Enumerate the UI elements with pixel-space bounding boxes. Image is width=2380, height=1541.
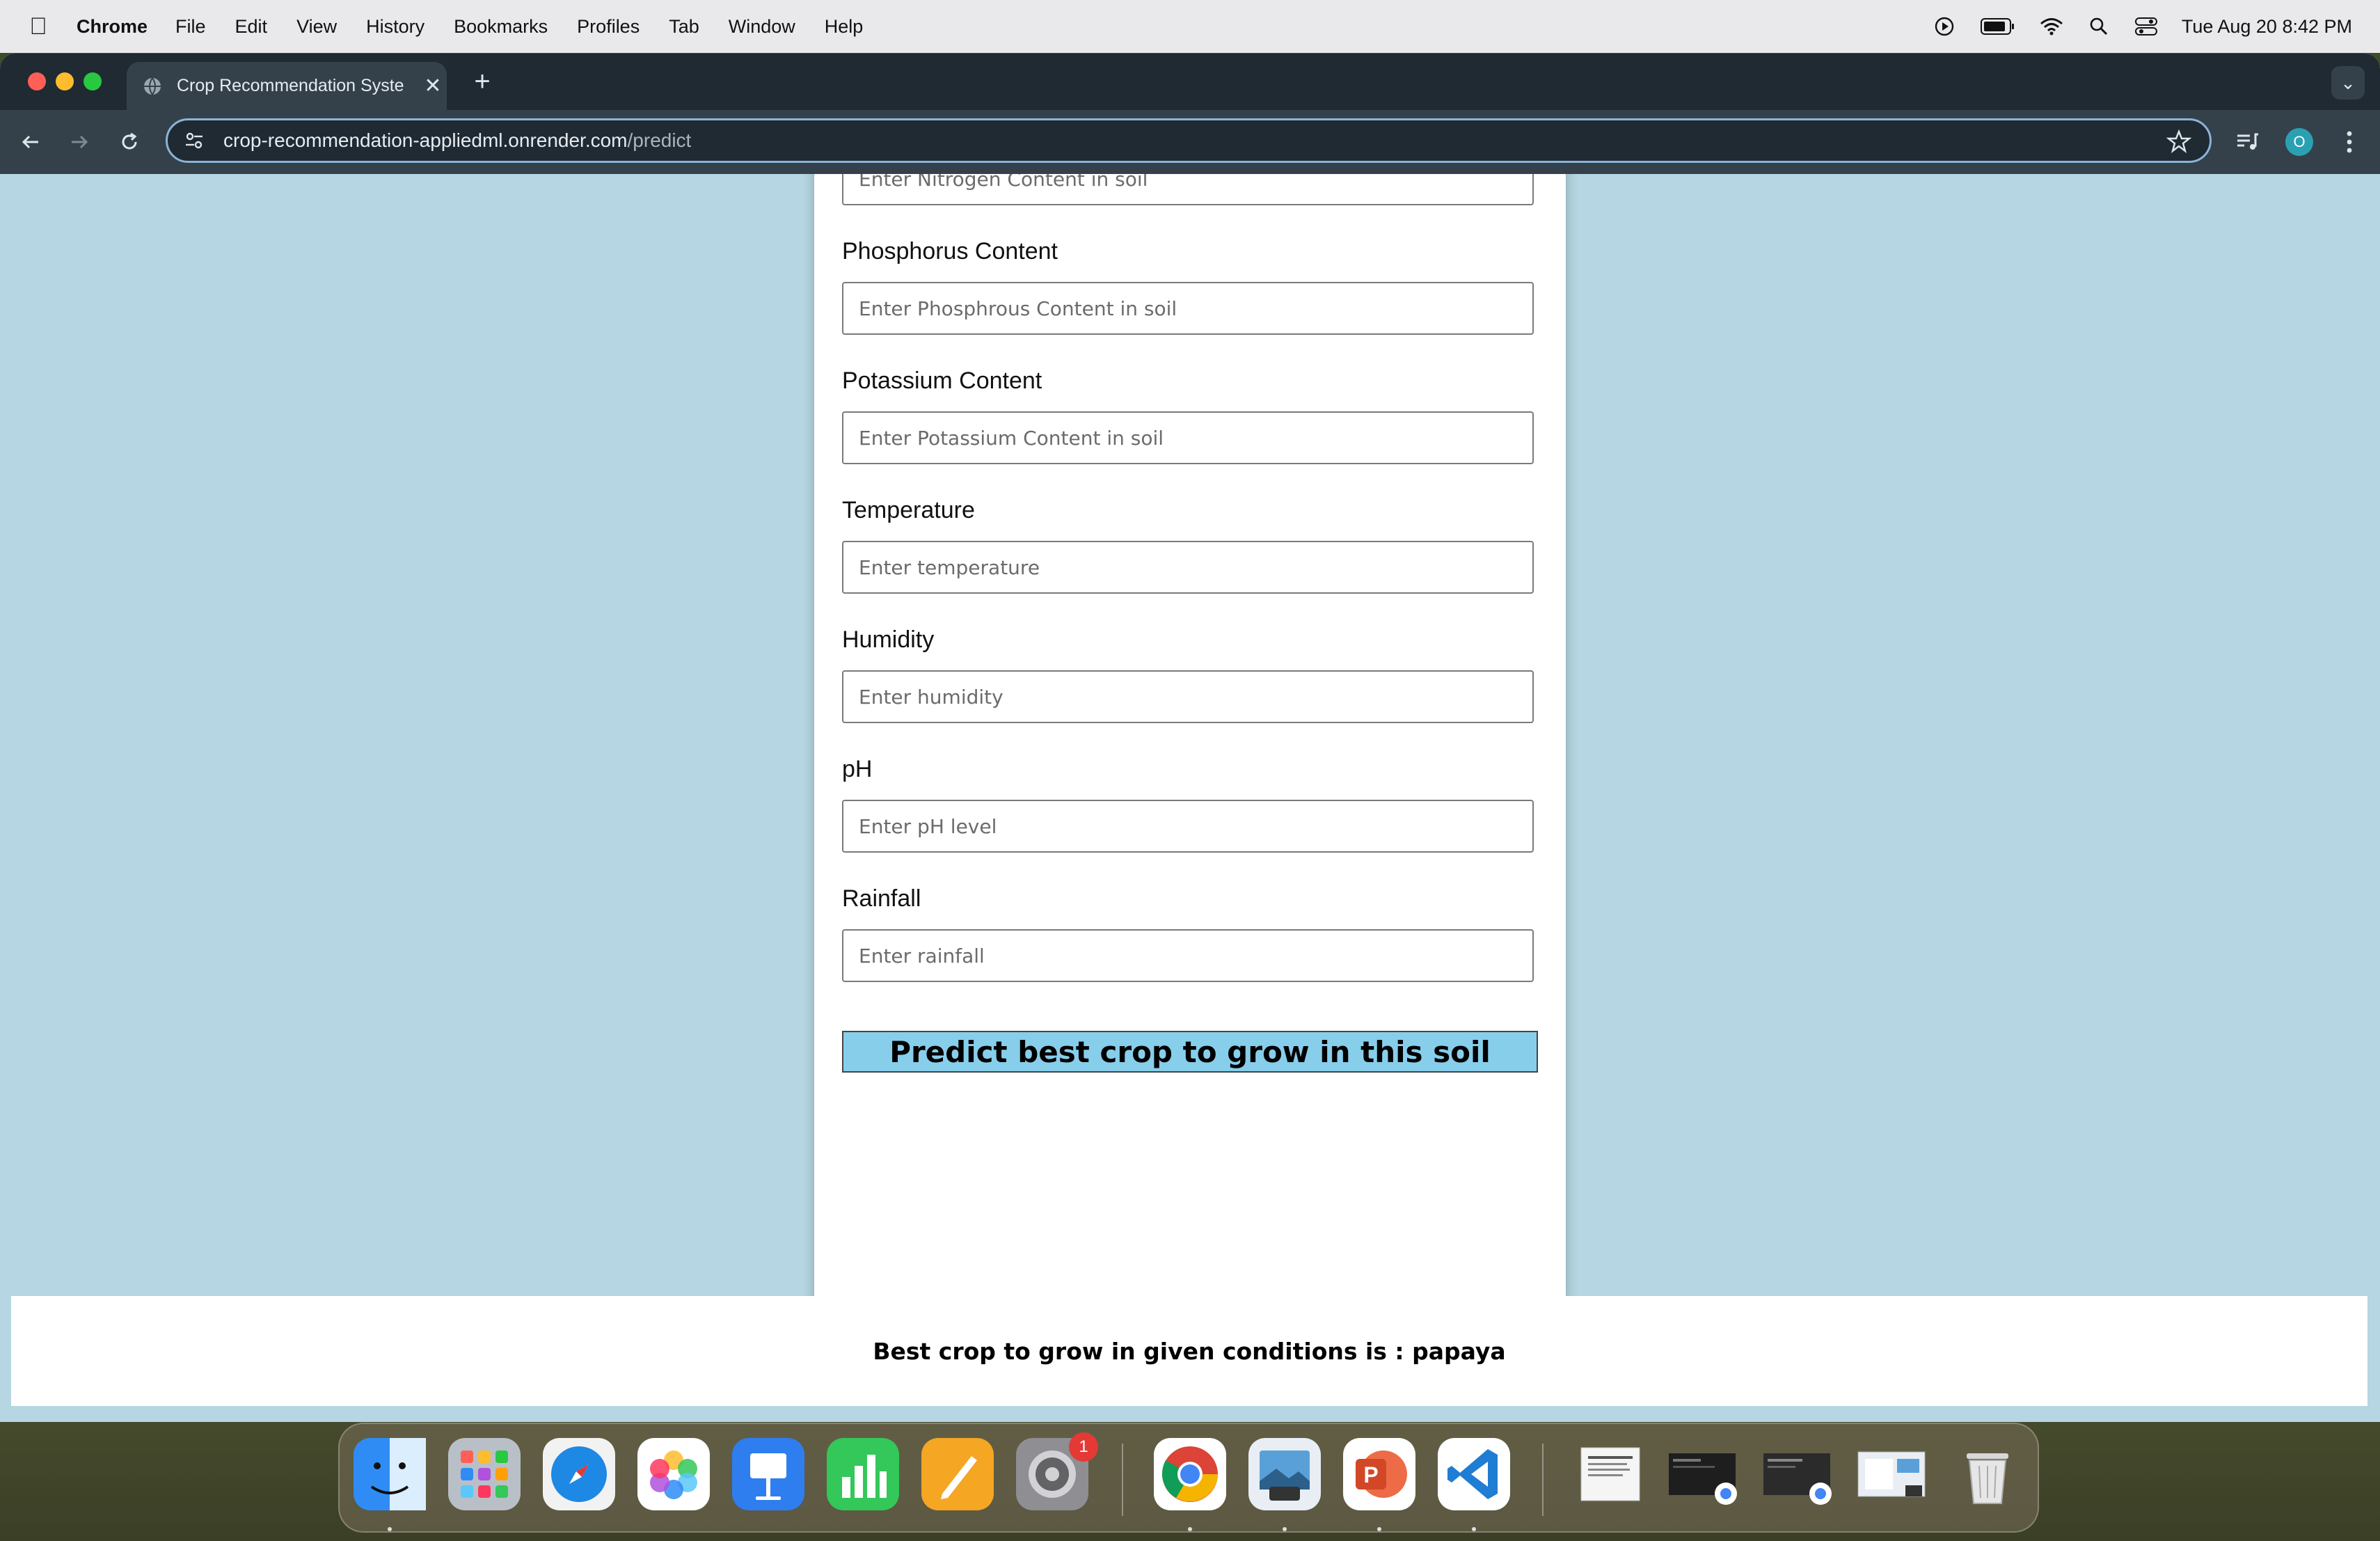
- photos-icon[interactable]: [637, 1438, 710, 1510]
- document-thumbnail-icon[interactable]: [1574, 1438, 1647, 1510]
- apple-menu-icon[interactable]: : [0, 13, 77, 40]
- forward-arrow-icon[interactable]: [63, 125, 96, 159]
- temperature-label: Temperature: [842, 497, 975, 523]
- close-tab-icon[interactable]: ✕: [419, 74, 447, 98]
- safari-icon[interactable]: [543, 1438, 615, 1510]
- pages-icon[interactable]: [921, 1438, 994, 1510]
- menu-edit[interactable]: Edit: [235, 16, 268, 38]
- menu-bookmarks[interactable]: Bookmarks: [454, 16, 548, 38]
- finder-running-indicator: [388, 1527, 392, 1531]
- finder-icon[interactable]: [354, 1438, 426, 1510]
- launchpad-icon[interactable]: [448, 1438, 521, 1510]
- address-bar[interactable]: crop-recommendation-appliedml.onrender.c…: [166, 118, 2212, 163]
- media-controls-icon[interactable]: [2231, 125, 2264, 159]
- settings-notification-badge: 1: [1069, 1432, 1098, 1462]
- menu-file[interactable]: File: [175, 16, 206, 38]
- menu-app-name[interactable]: Chrome: [77, 16, 148, 38]
- potassium-input[interactable]: [842, 411, 1534, 464]
- rainfall-input[interactable]: [842, 929, 1534, 982]
- url-host: crop-recommendation-appliedml.onrender.c…: [223, 129, 628, 151]
- bookmark-star-icon[interactable]: [2166, 129, 2192, 154]
- macos-menu-bar:  Chrome File Edit View History Bookmark…: [0, 0, 2380, 53]
- site-info-icon[interactable]: [182, 128, 207, 153]
- humidity-label: Humidity: [842, 626, 935, 653]
- preview-window-thumbnail-icon[interactable]: [1855, 1438, 1928, 1510]
- url-text: crop-recommendation-appliedml.onrender.c…: [223, 129, 691, 152]
- vscode-running-indicator: [1472, 1527, 1476, 1531]
- chrome-icon[interactable]: [1154, 1438, 1226, 1510]
- powerpoint-icon[interactable]: P: [1343, 1438, 1415, 1510]
- keynote-icon[interactable]: [732, 1438, 804, 1510]
- url-path: /predict: [627, 129, 692, 151]
- control-center-icon[interactable]: [2134, 15, 2158, 38]
- menu-view[interactable]: View: [296, 16, 337, 38]
- menu-help[interactable]: Help: [825, 16, 864, 38]
- back-arrow-icon[interactable]: [14, 125, 47, 159]
- rainfall-label: Rainfall: [842, 885, 921, 912]
- predict-button[interactable]: Predict best crop to grow in this soil: [842, 1031, 1538, 1073]
- menu-tab[interactable]: Tab: [669, 16, 699, 38]
- new-tab-button[interactable]: +: [466, 66, 498, 97]
- menu-window[interactable]: Window: [729, 16, 795, 38]
- temperature-input[interactable]: [842, 541, 1534, 594]
- profile-avatar[interactable]: O: [2283, 125, 2316, 159]
- ph-input[interactable]: [842, 800, 1534, 853]
- nitrogen-input[interactable]: [842, 174, 1534, 205]
- dock-separator: [1122, 1444, 1123, 1516]
- active-tab[interactable]: Crop Recommendation Syste ✕: [127, 62, 447, 110]
- chrome-running-indicator: [1188, 1527, 1192, 1531]
- numbers-icon[interactable]: [827, 1438, 899, 1510]
- spotlight-search-icon[interactable]: [2087, 15, 2111, 38]
- prediction-result-text: Best crop to grow in given conditions is…: [873, 1337, 1506, 1365]
- reload-icon[interactable]: [113, 125, 146, 159]
- chrome-window-thumbnail-icon[interactable]: [1666, 1438, 1738, 1510]
- dock-separator-2: [1542, 1444, 1544, 1516]
- tab-strip: Crop Recommendation Syste ✕ + ⌄: [0, 54, 2380, 110]
- globe-icon: [142, 76, 163, 97]
- play-status-icon[interactable]: [1933, 15, 1956, 38]
- phosphorus-label: Phosphorus Content: [842, 238, 1058, 264]
- preview-icon[interactable]: [1248, 1438, 1321, 1510]
- vscode-icon[interactable]: [1438, 1438, 1510, 1510]
- powerpoint-running-indicator: [1377, 1527, 1381, 1531]
- menu-bar-clock[interactable]: Tue Aug 20 8:42 PM: [2182, 16, 2352, 38]
- trash-icon[interactable]: [1951, 1438, 2024, 1510]
- ph-label: pH: [842, 756, 873, 782]
- humidity-input[interactable]: [842, 670, 1534, 723]
- zoom-window-button[interactable]: [84, 72, 102, 90]
- minimize-window-button[interactable]: [56, 72, 74, 90]
- potassium-label: Potassium Content: [842, 368, 1042, 394]
- wifi-icon[interactable]: [2040, 15, 2063, 38]
- macos-dock: 1 P: [338, 1423, 2039, 1533]
- menu-history[interactable]: History: [366, 16, 425, 38]
- svg-text:P: P: [1363, 1462, 1378, 1487]
- browser-window: Crop Recommendation Syste ✕ + ⌄ crop-rec…: [0, 54, 2380, 1422]
- tab-search-chevron-icon[interactable]: ⌄: [2331, 66, 2365, 100]
- preview-running-indicator: [1283, 1527, 1287, 1531]
- battery-icon[interactable]: [1980, 15, 2016, 38]
- chrome-window-thumbnail-icon-2[interactable]: [1761, 1438, 1833, 1510]
- page-viewport: Phosphorus Content Potassium Content Tem…: [0, 174, 2380, 1422]
- phosphorus-input[interactable]: [842, 282, 1534, 335]
- chrome-menu-icon[interactable]: [2333, 125, 2366, 159]
- result-panel: Best crop to grow in given conditions is…: [11, 1296, 2367, 1406]
- menu-profiles[interactable]: Profiles: [577, 16, 640, 38]
- crop-form-card: Phosphorus Content Potassium Content Tem…: [814, 174, 1566, 1345]
- browser-toolbar: crop-recommendation-appliedml.onrender.c…: [0, 110, 2380, 174]
- close-window-button[interactable]: [28, 72, 46, 90]
- tab-title: Crop Recommendation Syste: [177, 76, 404, 95]
